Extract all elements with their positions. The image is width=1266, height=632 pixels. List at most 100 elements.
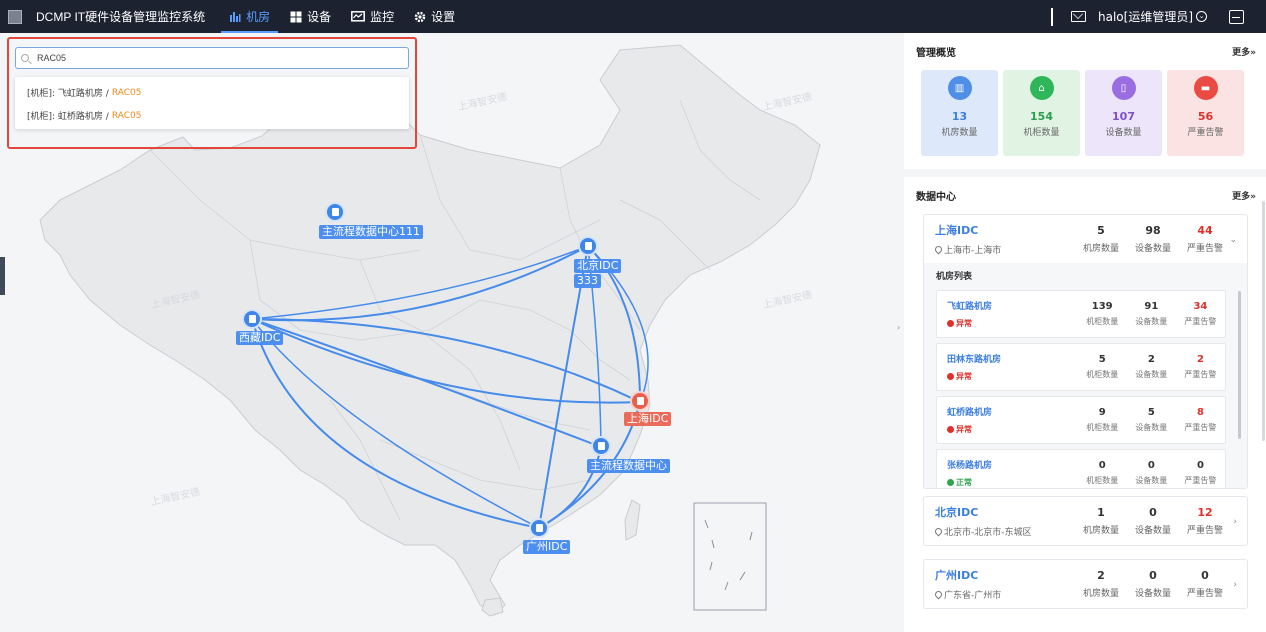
stat-value: 56: [1197, 110, 1214, 123]
room-item[interactable]: 田林东路机房 异常 5 机柜数量 2 设备数量 2 严重告警: [936, 343, 1226, 391]
dc-alarms: 44 严重告警: [1186, 224, 1223, 254]
room-name[interactable]: 田林东路机房: [947, 352, 1078, 365]
chevron-down-icon[interactable]: ⌄: [1229, 235, 1237, 245]
datacenter-header: 数据中心 更多»: [904, 177, 1266, 214]
node-marker[interactable]: [529, 518, 549, 538]
stat-card-alarms[interactable]: ▬ 56 严重告警: [1167, 70, 1244, 156]
node-label[interactable]: 上海IDC: [624, 412, 672, 426]
stat-value: 13: [951, 110, 968, 123]
stat-value: 154: [1030, 110, 1053, 123]
node-marker-alarm[interactable]: [630, 391, 650, 411]
building-icon: ▥: [947, 76, 972, 100]
room-item[interactable]: 飞虹路机房 异常 139 机柜数量 91 设备数量 34 严重告警: [936, 290, 1226, 338]
chevron-right-icon[interactable]: ›: [1233, 580, 1237, 590]
room-item[interactable]: 张杨路机房 正常 0 机柜数量 0 设备数量 0 严重告警: [936, 449, 1226, 488]
nav-tab-devices[interactable]: 设备: [280, 0, 341, 33]
room-alarms: 34 严重告警: [1184, 301, 1217, 326]
result-match: RAC05: [111, 110, 142, 121]
app-title: DCMP IT硬件设备管理监控系统: [36, 10, 206, 24]
room-name[interactable]: 飞虹路机房: [947, 299, 1078, 312]
room-name[interactable]: 张杨路机房: [947, 458, 1078, 471]
taiwan-island: [624, 499, 641, 541]
location-pin-icon: [933, 589, 944, 600]
collapse-arrow-icon[interactable]: ›: [897, 323, 900, 332]
datacenter-card: 北京IDC 北京市-北京市-东城区 1 机房数量 0 设备数量 12 严重告警 ›: [923, 496, 1248, 546]
room-status: 异常: [947, 371, 1078, 382]
nav-tab-settings[interactable]: 设置: [404, 0, 465, 33]
node-label[interactable]: 主流程数据中心111: [319, 225, 423, 239]
room-devices: 5 设备数量: [1135, 407, 1168, 432]
stat-card-racks[interactable]: ⌂ 154 机柜数量: [1003, 70, 1080, 156]
user-menu[interactable]: halo[运维管理员] ⌄: [1098, 8, 1207, 25]
node-label[interactable]: 广州IDC: [523, 540, 571, 554]
printer-icon[interactable]: [1229, 9, 1244, 24]
panel-scrollbar[interactable]: [1262, 201, 1265, 441]
datacenter-name[interactable]: 北京IDC: [935, 504, 1075, 520]
room-alarms: 2 严重告警: [1184, 354, 1217, 379]
datacenter-card-header[interactable]: 上海IDC 上海市-上海市 5 机房数量 98 设备数量 44 严重告警 ⌄: [924, 215, 1247, 263]
room-devices: 91 设备数量: [1135, 301, 1168, 326]
search-results: [机柜]: 飞虹路机房 / RAC05 [机柜]: 虹桥路机房 / RAC05: [15, 77, 409, 129]
gear-icon: [414, 11, 426, 22]
datacenter-more-link[interactable]: 更多»: [1232, 189, 1256, 202]
error-dot-icon: [947, 320, 954, 327]
nav-tab-monitor[interactable]: 监控: [341, 0, 404, 33]
node-label[interactable]: 主流程数据中心: [587, 459, 670, 473]
dc-devices: 0 设备数量: [1134, 569, 1171, 599]
node-sublabel[interactable]: 333: [574, 274, 601, 288]
hainan-island: [481, 597, 504, 617]
chevron-right-icon[interactable]: ›: [1233, 517, 1237, 527]
mail-icon[interactable]: [1071, 11, 1086, 22]
datacenter-name[interactable]: 广州IDC: [935, 567, 1075, 583]
location-pin-icon: [933, 244, 944, 255]
node-marker[interactable]: [242, 309, 262, 329]
datacenter-location: 北京市-北京市-东城区: [933, 525, 1075, 538]
grid-icon: [290, 11, 302, 22]
search-icon: [21, 54, 29, 62]
overview-title: 管理概览: [916, 48, 956, 59]
dashed-islands: [704, 519, 753, 591]
top-bar: DCMP IT硬件设备管理监控系统 机房 设备 监控 设置 halo[运维管理员…: [0, 0, 1266, 33]
dc-alarms: 12 严重告警: [1186, 506, 1223, 536]
node-label[interactable]: 北京IDC: [574, 259, 622, 273]
overview-more-link[interactable]: 更多»: [1232, 45, 1256, 58]
nav-tab-label: 机房: [246, 10, 271, 24]
node-marker[interactable]: [325, 202, 345, 222]
search-input[interactable]: [37, 53, 387, 63]
datacenter-card-header[interactable]: 北京IDC 北京市-北京市-东城区 1 机房数量 0 设备数量 12 严重告警 ›: [924, 497, 1247, 545]
side-drawer-tab[interactable]: [0, 257, 5, 295]
server-icon: ▯: [1111, 76, 1136, 100]
node-marker[interactable]: [578, 236, 598, 256]
room-status: 异常: [947, 424, 1078, 435]
node-marker[interactable]: [591, 436, 611, 456]
room-item[interactable]: 虹桥路机房 异常 9 机柜数量 5 设备数量 8 严重告警: [936, 396, 1226, 444]
divider: [1051, 7, 1053, 26]
search-result-item[interactable]: [机柜]: 虹桥路机房 / RAC05: [15, 104, 409, 127]
right-panel: 管理概览 更多» ▥ 13 机房数量 ⌂ 154 机柜数量 ▯ 107 设备数量…: [904, 33, 1266, 632]
result-prefix: [机柜]: 飞虹路机房 /: [27, 89, 109, 99]
section-divider: [904, 169, 1266, 177]
nav-tab-label: 监控: [370, 10, 395, 24]
stat-value: 107: [1112, 110, 1135, 123]
monitor-icon: [351, 10, 366, 22]
room-devices: 0 设备数量: [1135, 460, 1168, 485]
room-status: 正常: [947, 477, 1078, 488]
search-box[interactable]: [15, 47, 409, 69]
room-racks: 0 机柜数量: [1086, 460, 1119, 485]
nav-tab-rooms[interactable]: 机房: [219, 0, 280, 33]
room-racks: 9 机柜数量: [1086, 407, 1119, 432]
app-logo: [8, 9, 22, 24]
room-status: 异常: [947, 318, 1078, 329]
overview-header: 管理概览 更多»: [904, 33, 1266, 70]
datacenter-name[interactable]: 上海IDC: [935, 222, 1075, 238]
main-nav: 机房 设备 监控 设置: [219, 0, 465, 33]
search-result-item[interactable]: [机柜]: 飞虹路机房 / RAC05: [15, 81, 409, 104]
room-name[interactable]: 虹桥路机房: [947, 405, 1078, 418]
node-label[interactable]: 西藏IDC: [236, 331, 284, 345]
room-list-scrollbar[interactable]: [1238, 291, 1241, 439]
user-name: halo[运维管理员]: [1098, 10, 1193, 24]
datacenter-card-header[interactable]: 广州IDC 广东省-广州市 2 机房数量 0 设备数量 0 严重告警 ›: [924, 560, 1247, 608]
room-alarms: 0 严重告警: [1184, 460, 1217, 485]
stat-card-rooms[interactable]: ▥ 13 机房数量: [921, 70, 998, 156]
stat-card-devices[interactable]: ▯ 107 设备数量: [1085, 70, 1162, 156]
